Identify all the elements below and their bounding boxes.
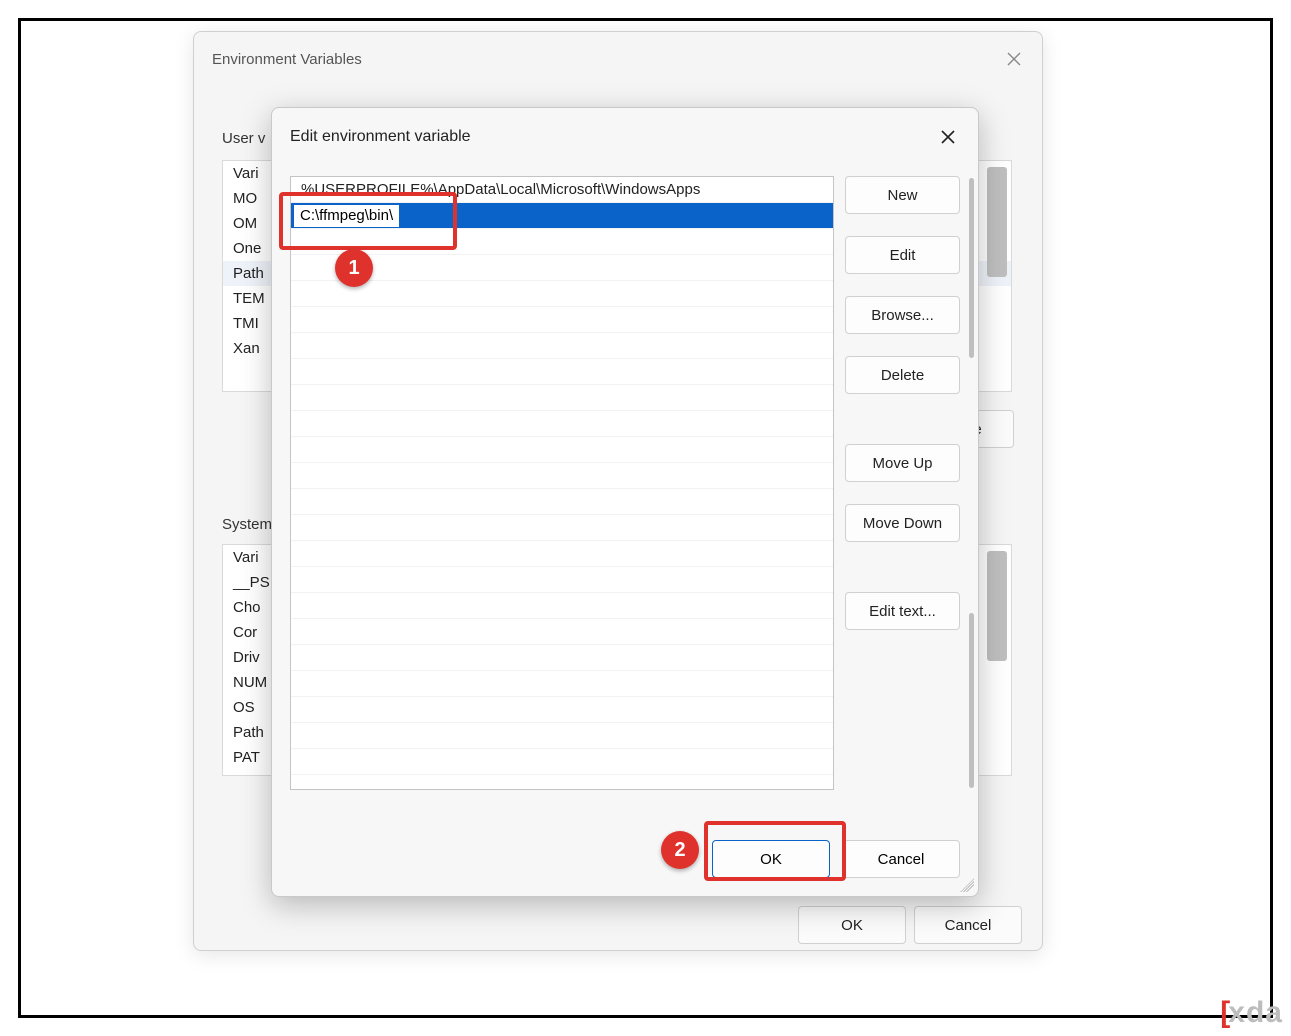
- screenshot-frame: Environment Variables User v Vari MO OM …: [18, 18, 1273, 1018]
- edit-text-button[interactable]: Edit text...: [845, 592, 960, 630]
- envvars-title: Environment Variables: [212, 51, 362, 68]
- path-entry[interactable]: [291, 619, 833, 645]
- envvars-cancel-button[interactable]: Cancel: [914, 906, 1022, 944]
- scrollbar[interactable]: [969, 178, 974, 358]
- path-entry[interactable]: [291, 255, 833, 281]
- edit-environment-variable-dialog: Edit environment variable %USERPROFILE%\…: [271, 107, 979, 897]
- ok-button[interactable]: OK: [712, 840, 830, 878]
- path-entry[interactable]: [291, 411, 833, 437]
- close-icon[interactable]: [994, 44, 1034, 74]
- watermark-text: xda: [1228, 996, 1283, 1030]
- resize-grip-icon[interactable]: [960, 878, 974, 892]
- new-button[interactable]: New: [845, 176, 960, 214]
- delete-button[interactable]: Delete: [845, 356, 960, 394]
- move-up-button[interactable]: Move Up: [845, 444, 960, 482]
- edit-titlebar: Edit environment variable: [272, 108, 978, 166]
- path-entry[interactable]: [291, 281, 833, 307]
- path-entry[interactable]: [291, 593, 833, 619]
- browse-button[interactable]: Browse...: [845, 296, 960, 334]
- envvars-titlebar: Environment Variables: [194, 32, 1042, 86]
- edit-button[interactable]: Edit: [845, 236, 960, 274]
- user-variables-label: User v: [222, 130, 265, 147]
- cancel-button[interactable]: Cancel: [842, 840, 960, 878]
- path-entries-list[interactable]: %USERPROFILE%\AppData\Local\Microsoft\Wi…: [290, 176, 834, 790]
- path-entry[interactable]: [291, 489, 833, 515]
- path-edit-input[interactable]: C:\ffmpeg\bin\: [293, 204, 400, 228]
- ok-cancel-row: OK Cancel: [712, 840, 960, 878]
- path-entry[interactable]: [291, 437, 833, 463]
- path-entry[interactable]: [291, 333, 833, 359]
- path-entry[interactable]: [291, 385, 833, 411]
- system-variables-label: System: [222, 516, 272, 533]
- envvars-ok-button[interactable]: OK: [798, 906, 906, 944]
- path-entry[interactable]: [291, 671, 833, 697]
- path-entry[interactable]: [291, 229, 833, 255]
- scrollbar[interactable]: [987, 551, 1007, 661]
- path-entry[interactable]: [291, 749, 833, 775]
- edit-dialog-title: Edit environment variable: [290, 128, 471, 146]
- scrollbar[interactable]: [969, 613, 974, 788]
- xda-watermark: [ xda: [1220, 996, 1283, 1030]
- path-entry[interactable]: [291, 515, 833, 541]
- close-icon[interactable]: [928, 122, 968, 152]
- path-entry[interactable]: [291, 697, 833, 723]
- path-entry[interactable]: [291, 307, 833, 333]
- path-entry[interactable]: [291, 645, 833, 671]
- path-entry[interactable]: [291, 463, 833, 489]
- path-entry[interactable]: [291, 723, 833, 749]
- path-entry[interactable]: [291, 359, 833, 385]
- path-entry-editing[interactable]: C:\ffmpeg\bin\: [291, 203, 833, 229]
- scrollbar[interactable]: [987, 167, 1007, 277]
- path-entry[interactable]: [291, 541, 833, 567]
- path-entry[interactable]: [291, 567, 833, 593]
- path-entry[interactable]: %USERPROFILE%\AppData\Local\Microsoft\Wi…: [291, 177, 833, 203]
- move-down-button[interactable]: Move Down: [845, 504, 960, 542]
